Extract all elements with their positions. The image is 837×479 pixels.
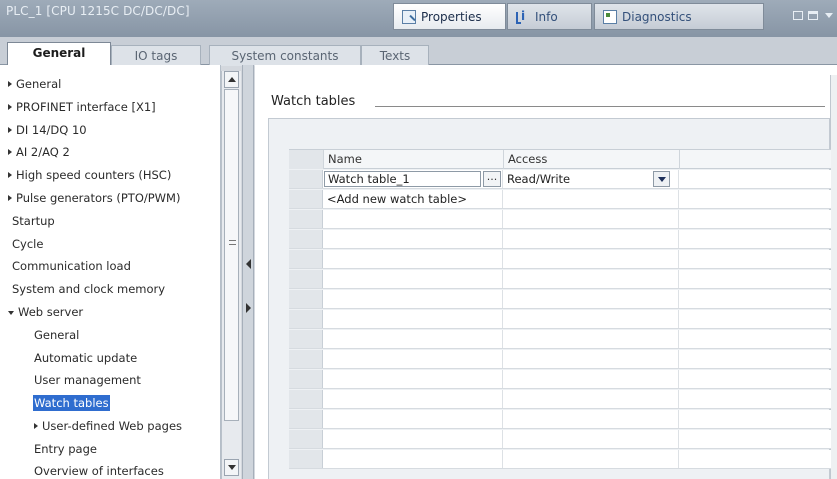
nav-item-web-server[interactable]: Web server: [8, 302, 83, 322]
nav-item-system-clock-memory[interactable]: System and clock memory: [12, 279, 165, 299]
name-cell[interactable]: <Add new watch table>: [323, 190, 503, 208]
expand-right-icon[interactable]: [246, 303, 251, 313]
grid-header: Name Access: [289, 149, 831, 169]
subtab-general[interactable]: General: [7, 42, 111, 66]
empty-row: [289, 290, 831, 309]
empty-row: [289, 390, 831, 409]
access-cell: [503, 190, 679, 208]
table-row[interactable]: Watch table_1 ... Read/Write: [289, 170, 831, 189]
tab-properties-label: Properties: [421, 9, 482, 24]
section-divider: [375, 106, 825, 107]
nav-item-profinet[interactable]: PROFINET interface [X1]: [8, 97, 156, 117]
nav-item-ai-aq[interactable]: AI 2/AQ 2: [8, 142, 70, 162]
subtab-system-constants[interactable]: System constants: [209, 45, 361, 66]
info-icon: [516, 9, 530, 24]
empty-row: [289, 330, 831, 349]
property-subtabs: General IO tags System constants Texts: [0, 37, 837, 66]
nav-item-cycle[interactable]: Cycle: [12, 234, 43, 254]
name-cell[interactable]: Watch table_1 ...: [323, 170, 503, 188]
empty-cell: [679, 190, 831, 208]
maximize-icon[interactable]: [808, 11, 818, 20]
main-content: Watch tables Name Access Watch table_1 .…: [255, 65, 837, 479]
navigation-tree: General PROFINET interface [X1] DI 14/DQ…: [0, 65, 221, 479]
nav-item-web-general[interactable]: General: [34, 325, 79, 345]
tab-diagnostics-label: Diagnostics: [622, 9, 692, 24]
window-title: PLC_1 [CPU 1215C DC/DC/DC]: [6, 4, 190, 18]
browse-button[interactable]: ...: [483, 171, 501, 187]
subtab-texts[interactable]: Texts: [361, 45, 429, 66]
empty-row: [289, 450, 831, 469]
tab-diagnostics[interactable]: Diagnostics: [594, 3, 764, 30]
access-cell[interactable]: Read/Write: [503, 170, 679, 188]
properties-icon: [402, 9, 416, 24]
scroll-down-button[interactable]: [224, 459, 239, 476]
section-title: Watch tables: [271, 94, 362, 109]
empty-row: [289, 430, 831, 449]
empty-row: [289, 350, 831, 369]
nav-item-user-management[interactable]: User management: [34, 370, 141, 390]
inspector-title-bar: PLC_1 [CPU 1215C DC/DC/DC] Properties In…: [0, 0, 837, 37]
row-header[interactable]: [289, 190, 323, 208]
right-scroll-edge[interactable]: [830, 75, 837, 479]
expand-arrow-icon[interactable]: [8, 81, 12, 87]
nav-item-startup[interactable]: Startup: [12, 211, 55, 231]
access-value: Read/Write: [507, 172, 571, 186]
nav-item-general[interactable]: General: [8, 74, 61, 94]
row-header-corner: [289, 150, 323, 169]
diagnostics-icon: [603, 9, 617, 24]
empty-cell: [679, 170, 831, 188]
watch-tables-grid: Name Access Watch table_1 ... Read/Write…: [268, 118, 831, 479]
float-window-icon[interactable]: [793, 11, 803, 20]
empty-row: [289, 250, 831, 269]
name-field[interactable]: Watch table_1: [324, 171, 481, 187]
nav-item-overview-interfaces[interactable]: Overview of interfaces: [34, 461, 164, 479]
subtab-io-tags[interactable]: IO tags: [111, 45, 201, 66]
tab-info[interactable]: Info: [507, 3, 592, 30]
collapse-arrow-icon[interactable]: [8, 311, 14, 315]
chevron-down-icon[interactable]: [825, 13, 833, 18]
nav-item-user-defined-pages[interactable]: User-defined Web pages: [34, 416, 182, 436]
scroll-thumb[interactable]: [224, 89, 239, 421]
nav-item-hsc[interactable]: High speed counters (HSC): [8, 165, 171, 185]
add-new-row[interactable]: <Add new watch table>: [289, 190, 831, 209]
expand-arrow-icon[interactable]: [8, 149, 12, 155]
expand-arrow-icon[interactable]: [8, 104, 12, 110]
nav-item-communication-load[interactable]: Communication load: [12, 256, 131, 276]
nav-item-di-dq[interactable]: DI 14/DQ 10: [8, 120, 87, 140]
empty-row: [289, 310, 831, 329]
empty-row: [289, 410, 831, 429]
nav-item-entry-page[interactable]: Entry page: [34, 439, 97, 459]
nav-item-watch-tables[interactable]: Watch tables: [33, 393, 110, 413]
access-dropdown-button[interactable]: [653, 171, 670, 187]
nav-item-pto-pwm[interactable]: Pulse generators (PTO/PWM): [8, 188, 180, 208]
tab-info-label: Info: [535, 9, 558, 24]
expand-arrow-icon[interactable]: [8, 127, 12, 133]
expand-arrow-icon[interactable]: [8, 172, 12, 178]
expand-arrow-icon[interactable]: [34, 423, 38, 429]
column-header-empty: [679, 150, 831, 169]
nav-item-automatic-update[interactable]: Automatic update: [34, 348, 137, 368]
empty-row: [289, 210, 831, 229]
scroll-up-button[interactable]: [224, 71, 239, 88]
row-header[interactable]: [289, 170, 323, 188]
empty-row: [289, 230, 831, 249]
empty-row: [289, 370, 831, 389]
column-header-access[interactable]: Access: [503, 150, 679, 169]
empty-row: [289, 270, 831, 289]
nav-scrollbar[interactable]: [221, 71, 241, 479]
expand-arrow-icon[interactable]: [8, 195, 12, 201]
collapse-left-icon[interactable]: [246, 259, 251, 269]
panel-splitter[interactable]: [242, 65, 254, 479]
grip-icon: [229, 240, 236, 245]
column-header-name[interactable]: Name: [323, 150, 503, 169]
add-new-watch-table[interactable]: <Add new watch table>: [327, 191, 467, 207]
tab-properties[interactable]: Properties: [393, 3, 506, 30]
